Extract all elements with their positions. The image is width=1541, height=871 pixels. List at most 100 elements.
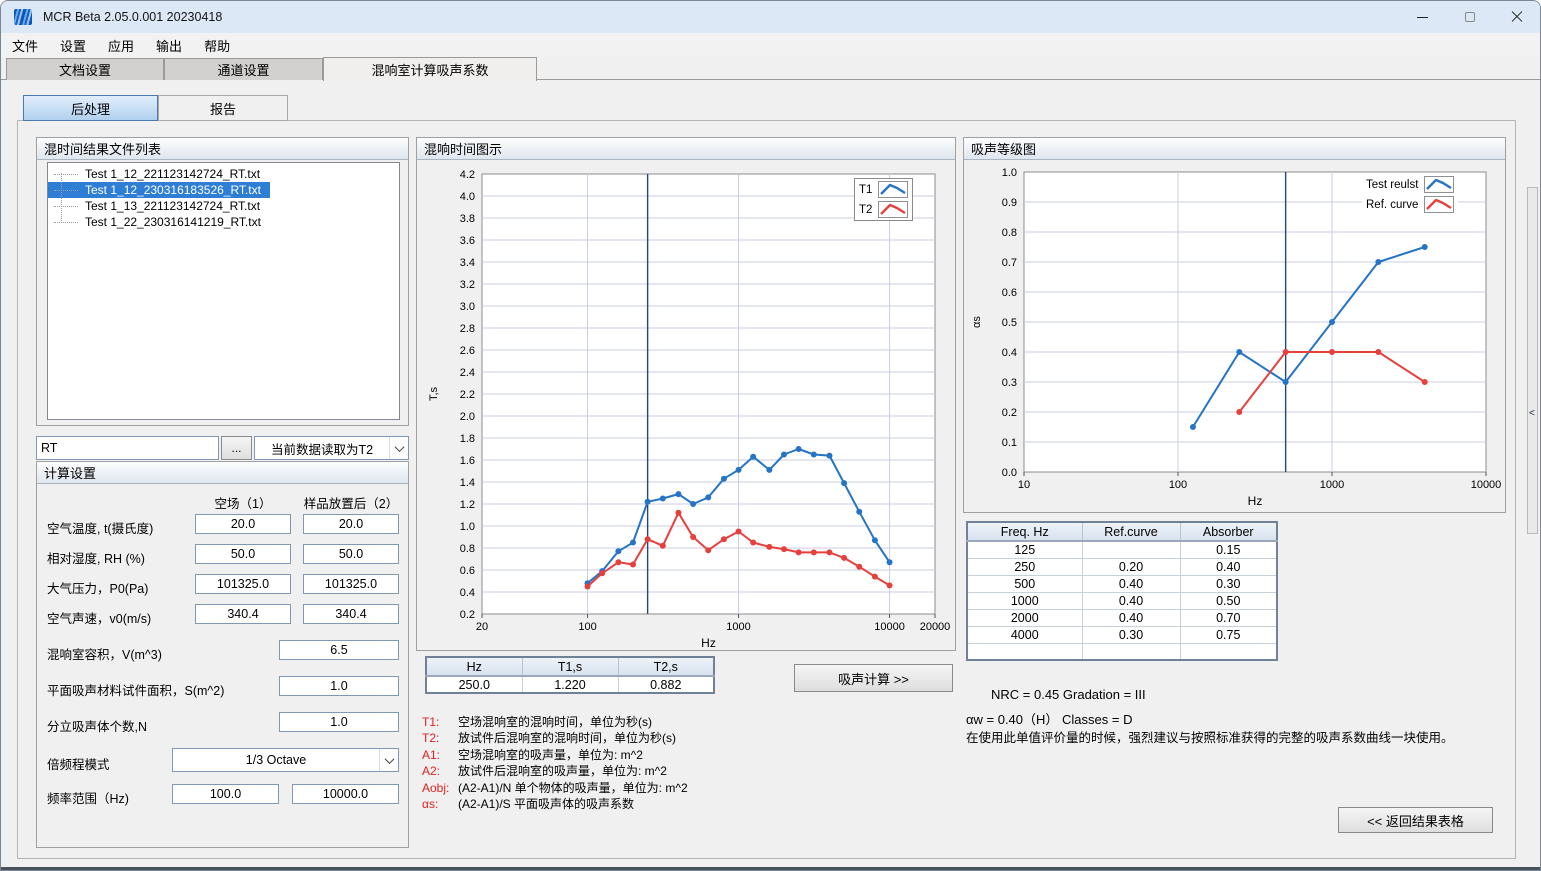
title-bar: MCR Beta 2.05.0.001 20230418: [1, 1, 1540, 33]
chevron-down-icon: [384, 754, 394, 764]
note-text: (A2-A1)/N 单个物体的吸声量，单位为: m^2: [458, 780, 688, 796]
menu-settings[interactable]: 设置: [49, 36, 97, 55]
menu-output[interactable]: 输出: [145, 36, 193, 55]
nrc-result: NRC = 0.45 Gradation = III: [991, 687, 1146, 702]
svg-text:10000: 10000: [874, 621, 905, 633]
absorption-calc-button[interactable]: 吸声计算 >>: [794, 664, 953, 692]
minimize-button[interactable]: [1399, 1, 1446, 33]
close-icon: [1511, 11, 1523, 23]
cell: 0.20: [1082, 558, 1180, 575]
tab-document-settings[interactable]: 文档设置: [6, 58, 164, 80]
subtab-report[interactable]: 报告: [158, 95, 288, 121]
list-item[interactable]: Test 1_22_230316141219_RT.txt: [48, 214, 270, 230]
absorber-count-label: 分立吸声体个数,N: [47, 716, 147, 735]
svg-text:1.6: 1.6: [460, 455, 475, 467]
svg-text:0.9: 0.9: [1002, 197, 1017, 209]
svg-text:3.0: 3.0: [460, 301, 475, 313]
cell: 1000: [967, 592, 1082, 609]
room-volume-field[interactable]: [279, 640, 399, 660]
sound-speed-field2[interactable]: [303, 604, 399, 624]
rt-chart-group: 混响时间图示 0.20.40.60.81.01.21.41.61.82.02.2…: [416, 137, 956, 651]
close-button[interactable]: [1493, 1, 1540, 33]
note-as: αs:(A2-A1)/S 平面吸声体的吸声系数: [422, 796, 688, 812]
note-text: 空场混响室的吸声量，单位为: m^2: [458, 747, 643, 763]
cell: 0.40: [1082, 592, 1180, 609]
absorber-count-field[interactable]: [279, 712, 399, 732]
window-bottom-edge: [1, 867, 1540, 870]
freq-max-field[interactable]: [292, 784, 399, 804]
cell: 0.40: [1082, 575, 1180, 592]
air-temp-field1[interactable]: [195, 514, 291, 534]
rt-chart-title: 混响时间图示: [417, 138, 955, 160]
list-item[interactable]: Test 1_13_221123142724_RT.txt: [48, 198, 269, 214]
combo-dropdown-button[interactable]: [389, 437, 408, 459]
svg-text:1.2: 1.2: [460, 499, 475, 511]
note-a1: A1:空场混响室的吸声量，单位为: m^2: [422, 747, 688, 763]
menu-apply[interactable]: 应用: [97, 36, 145, 55]
pressure-field2[interactable]: [303, 574, 399, 594]
menu-help[interactable]: 帮助: [193, 36, 241, 55]
sound-speed-field1[interactable]: [195, 604, 291, 624]
cell: [1180, 643, 1277, 660]
chevron-down-icon: [394, 442, 404, 452]
octave-mode-combo[interactable]: 1/3 Octave: [172, 748, 399, 772]
cell: 0.50: [1180, 592, 1277, 609]
browse-button[interactable]: ...: [221, 436, 252, 460]
legend-curve-icon: [1424, 196, 1454, 213]
cell: 125: [967, 541, 1082, 558]
absorption-chart: 0.00.10.20.30.40.50.60.70.80.91.01010010…: [964, 160, 1507, 512]
col-header-refcurve: Ref.curve: [1082, 522, 1180, 541]
chart-legend: T1T2: [854, 178, 913, 221]
table-row: 125 0.15: [967, 541, 1277, 558]
chart-legend: Test reulstRef. curve: [1362, 174, 1458, 215]
col-header-hz: Hz: [426, 657, 522, 676]
tab-channel-settings[interactable]: 通道设置: [164, 58, 323, 80]
svg-text:0.1: 0.1: [1002, 437, 1017, 449]
room-volume-label: 混响室容积，V(m^3): [47, 644, 162, 663]
air-temp-field2[interactable]: [303, 514, 399, 534]
humidity-field2[interactable]: [303, 544, 399, 564]
rt-chart: 0.20.40.60.81.01.21.41.61.82.02.22.42.62…: [417, 160, 957, 652]
menu-bar: 文件 设置 应用 输出 帮助: [1, 33, 1540, 57]
cell: 0.15: [1180, 541, 1277, 558]
humidity-field1[interactable]: [195, 544, 291, 564]
svg-text:4.0: 4.0: [460, 191, 475, 203]
legend-curve-icon: [878, 201, 908, 218]
svg-text:1.0: 1.0: [1002, 167, 1017, 179]
svg-text:0.6: 0.6: [1002, 287, 1017, 299]
aw-result: αw = 0.40（H） Classes = D: [966, 709, 1132, 728]
table-row: 10000.400.50: [967, 592, 1277, 609]
sample-area-field[interactable]: [279, 676, 399, 696]
list-item[interactable]: Test 1_12_221123142724_RT.txt: [48, 166, 269, 182]
svg-text:3.8: 3.8: [460, 213, 475, 225]
pressure-field1[interactable]: [195, 574, 291, 594]
cell: 2000: [967, 609, 1082, 626]
svg-text:1.8: 1.8: [460, 433, 475, 445]
return-results-button[interactable]: << 返回结果表格: [1338, 807, 1493, 833]
combo-dropdown-button[interactable]: [379, 749, 398, 771]
freq-min-field[interactable]: [172, 784, 279, 804]
note-text: (A2-A1)/S 平面吸声体的吸声系数: [458, 796, 634, 812]
rt-result-table: Hz T1,s T2,s 250.0 1.220 0.882: [425, 656, 715, 694]
cell: 0.40: [1082, 609, 1180, 626]
cell: 0.75: [1180, 626, 1277, 643]
maximize-button[interactable]: [1446, 1, 1493, 33]
subtab-post-processing[interactable]: 后处理: [23, 95, 158, 121]
absorption-chart-group: 吸声等级图 0.00.10.20.30.40.50.60.70.80.91.01…: [963, 137, 1506, 513]
legend-notes: T1:空场混响室的混响时间，单位为秒(s) T2:放试件后混响室的混响时间，单位…: [422, 714, 688, 812]
list-item-selected[interactable]: Test 1_12_230316183526_RT.txt: [48, 182, 270, 198]
svg-text:1000: 1000: [1320, 479, 1344, 491]
data-read-combo[interactable]: 当前数据读取为T2: [254, 436, 409, 460]
rt-name-input[interactable]: [36, 436, 219, 460]
svg-text:2.4: 2.4: [460, 367, 475, 379]
svg-text:0.8: 0.8: [1002, 227, 1017, 239]
panel-splitter[interactable]: <: [1527, 187, 1538, 534]
note-text: 空场混响室的混响时间，单位为秒(s): [458, 714, 652, 730]
tab-reverb-room-absorption[interactable]: 混响室计算吸声系数: [323, 57, 537, 81]
app-logo-icon: [14, 9, 32, 25]
file-list-group: 混时间结果文件列表 Test 1_12_221123142724_RT.txt …: [36, 137, 409, 426]
rt-file-list[interactable]: Test 1_12_221123142724_RT.txt Test 1_12_…: [47, 162, 400, 420]
menu-file[interactable]: 文件: [1, 36, 49, 55]
svg-text:2.6: 2.6: [460, 345, 475, 357]
octave-mode-label: 倍频程模式: [47, 754, 110, 773]
